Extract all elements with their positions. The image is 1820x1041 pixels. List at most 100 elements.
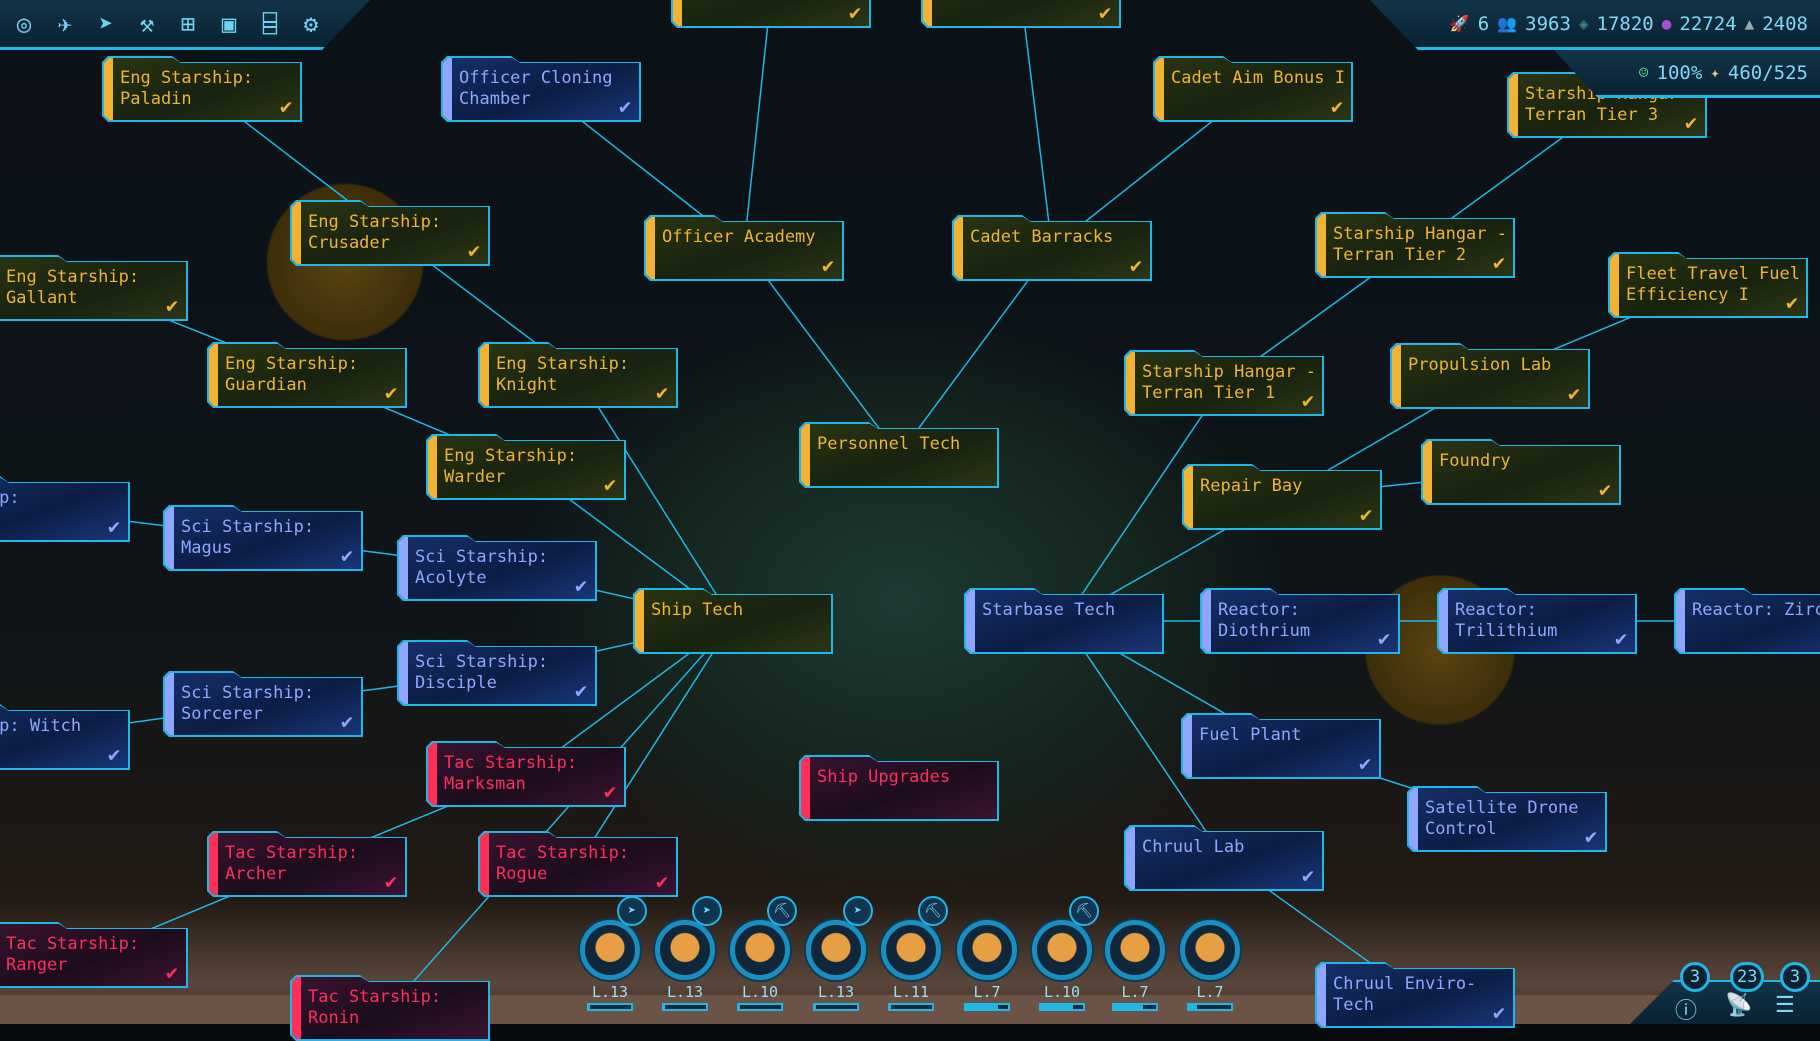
xp-bar xyxy=(587,1003,633,1011)
tech-node[interactable]: Ship Tech xyxy=(633,588,833,654)
tech-node[interactable]: Starship Hangar - Terran Tier 1 ✔ xyxy=(1124,350,1324,416)
tech-node[interactable]: arship: Witch ✔ xyxy=(0,704,130,770)
menu-badge[interactable]: 3 xyxy=(1780,962,1810,992)
checkmark-icon: ✔ xyxy=(384,869,397,893)
tech-node[interactable]: Sci Starship: Acolyte ✔ xyxy=(397,535,597,601)
tech-node[interactable]: Satellite Drone Control ✔ xyxy=(1407,786,1607,852)
tech-node[interactable]: Eng Starship: Guardian ✔ xyxy=(207,342,407,408)
tech-node[interactable]: Sci Starship: Disciple ✔ xyxy=(397,640,597,706)
settings-gear-icon[interactable]: ⚙ xyxy=(297,10,325,38)
tech-node[interactable]: Repair Bay ✔ xyxy=(1182,464,1382,530)
tech-node-label: Ship Upgrades xyxy=(817,767,951,787)
tech-node[interactable]: Tac Starship: Rogue ✔ xyxy=(478,831,678,897)
tech-node[interactable]: Eng Starship: Warder ✔ xyxy=(426,434,626,500)
xp-bar xyxy=(737,1003,783,1011)
checkmark-icon: ✔ xyxy=(1358,751,1371,775)
crew-member[interactable]: ⛏ L.11 xyxy=(876,896,948,1011)
tech-node[interactable]: Cadet Aim Bonus I ✔ xyxy=(1153,56,1353,122)
tech-node-body: Tac Starship: Marksman ✔ xyxy=(428,743,624,805)
checkmark-icon: ✔ xyxy=(848,0,861,24)
tech-node-label: Reactor: Diothrium xyxy=(1218,600,1311,641)
alert-icon[interactable]: ⓘ xyxy=(1675,993,1697,1025)
tech-node[interactable]: Personnel Tech xyxy=(799,422,999,488)
tech-node[interactable]: Fleet Travel Fuel Efficiency I ✔ xyxy=(1608,252,1808,318)
tech-node-body: Repair Bay ✔ xyxy=(1184,466,1380,528)
crew-member[interactable]: L.7 xyxy=(1100,920,1170,1011)
tech-node[interactable]: Tac Starship: Archer ✔ xyxy=(207,831,407,897)
starship-icon[interactable]: ✈ xyxy=(51,10,79,38)
tech-node[interactable]: Officer Academy ✔ xyxy=(644,215,844,281)
crew-portrait[interactable] xyxy=(730,920,790,980)
crew-portrait[interactable] xyxy=(881,920,941,980)
alerts-badge[interactable]: 3 xyxy=(1680,962,1710,992)
satellite-dish-icon[interactable]: 📡 xyxy=(1725,993,1752,1018)
tech-node[interactable]: Reactor: Trilithium ✔ xyxy=(1437,588,1637,654)
crew-member[interactable]: L.7 xyxy=(952,920,1022,1011)
tech-node[interactable]: Eng Starship: Crusader ✔ xyxy=(290,200,490,266)
shuttle-icon[interactable]: ➤ xyxy=(92,10,120,38)
tech-node-body: Reactor: Diothrium ✔ xyxy=(1202,590,1398,652)
crew-member[interactable]: L.7 xyxy=(1175,920,1245,1011)
tech-node[interactable]: Sci Starship: Sorcerer ✔ xyxy=(163,671,363,737)
comms-badge[interactable]: 23 xyxy=(1730,962,1765,992)
tech-node-label: Eng Starship: Crusader xyxy=(308,212,442,253)
tech-node-body: Reactor: Ziror xyxy=(1676,590,1820,652)
galaxy-icon[interactable]: ◎ xyxy=(10,10,38,38)
tech-node-label: Officer Cloning Chamber xyxy=(459,68,613,109)
tech-node[interactable]: Eng Starship: Paladin ✔ xyxy=(102,56,302,122)
xp-bar xyxy=(813,1003,859,1011)
tech-node[interactable]: Sci Starship: Magus ✔ xyxy=(163,505,363,571)
tech-node-label: arship: Witch xyxy=(0,716,82,736)
tech-node-body: Starship Hangar - Terran Tier 2 ✔ xyxy=(1317,214,1513,276)
crew-portrait[interactable] xyxy=(957,920,1017,980)
tech-node[interactable]: arship: er ✔ xyxy=(0,476,130,542)
tech-node-label: Reactor: Ziror xyxy=(1692,600,1820,620)
tech-node-body: Sci Starship: Magus ✔ xyxy=(165,507,361,569)
tech-node[interactable]: Officer Cloning Chamber ✔ xyxy=(441,56,641,122)
tech-node-label: Fuel Plant xyxy=(1199,725,1302,745)
tech-node[interactable]: Foundry ✔ xyxy=(1421,439,1621,505)
menu-icon[interactable]: ☰ xyxy=(1775,993,1795,1018)
tools-icon[interactable]: ⚒ xyxy=(133,10,161,38)
crew-member[interactable]: ➤ L.13 xyxy=(801,896,873,1011)
tech-node-label: Eng Starship: Warder xyxy=(444,446,578,487)
tech-node[interactable]: Chruul Lab ✔ xyxy=(1124,825,1324,891)
crew-portrait[interactable] xyxy=(1180,920,1240,980)
tech-node[interactable]: Eng Starship: Knight ✔ xyxy=(478,342,678,408)
tech-node[interactable]: Eng Starship: Gallant ✔ xyxy=(0,255,188,321)
crew-portrait[interactable] xyxy=(806,920,866,980)
tech-node[interactable]: Starship Hangar - Terran Tier 2 ✔ xyxy=(1315,212,1515,278)
crew-portrait[interactable] xyxy=(655,920,715,980)
storage-icon[interactable]: ⌸ xyxy=(256,10,284,38)
tech-node[interactable]: Reactor: Diothrium ✔ xyxy=(1200,588,1400,654)
top-toolbar: ◎ ✈ ➤ ⚒ ⊞ ▣ ⌸ ⚙ xyxy=(0,0,370,50)
xp-bar xyxy=(964,1003,1010,1011)
tech-node[interactable]: Tac Starship: Marksman ✔ xyxy=(426,741,626,807)
tech-node-label: Eng Starship: Paladin xyxy=(120,68,254,109)
tech-node-label: Propulsion Lab xyxy=(1408,355,1552,375)
crew-member[interactable]: ⛏ L.10 xyxy=(725,896,797,1011)
tech-node[interactable]: Ship Upgrades xyxy=(799,755,999,821)
tech-node[interactable]: Propulsion Lab ✔ xyxy=(1390,343,1590,409)
tech-node[interactable]: ✔ xyxy=(671,0,871,28)
crew-portrait[interactable] xyxy=(1032,920,1092,980)
tech-node[interactable]: Tac Starship: Ronin xyxy=(290,975,490,1041)
minerals-icon: ◈ xyxy=(1578,14,1589,33)
tech-node[interactable]: Bonus I✔ xyxy=(921,0,1121,28)
crew-member[interactable]: ⛏ L.10 xyxy=(1027,896,1099,1011)
crew-id-icon[interactable]: ▣ xyxy=(215,10,243,38)
tech-node[interactable]: Starbase Tech xyxy=(964,588,1164,654)
tech-node[interactable]: Tac Starship: Ranger ✔ xyxy=(0,922,188,988)
crew-member[interactable]: ➤ L.13 xyxy=(575,896,647,1011)
tech-node[interactable]: Reactor: Ziror xyxy=(1674,588,1820,654)
crew-portrait[interactable] xyxy=(580,920,640,980)
crew-portrait[interactable] xyxy=(1105,920,1165,980)
tech-node[interactable]: Chruul Enviro-Tech ✔ xyxy=(1315,962,1515,1028)
tech-node[interactable]: Fuel Plant ✔ xyxy=(1181,713,1381,779)
checkmark-icon: ✔ xyxy=(340,709,353,733)
tech-tree-icon[interactable]: ⊞ xyxy=(174,10,202,38)
crew-icon: 👥 xyxy=(1497,14,1518,33)
tech-node[interactable]: Cadet Barracks ✔ xyxy=(952,215,1152,281)
crew-member[interactable]: ➤ L.13 xyxy=(650,896,722,1011)
tech-node-body: Eng Starship: Crusader ✔ xyxy=(292,202,488,264)
